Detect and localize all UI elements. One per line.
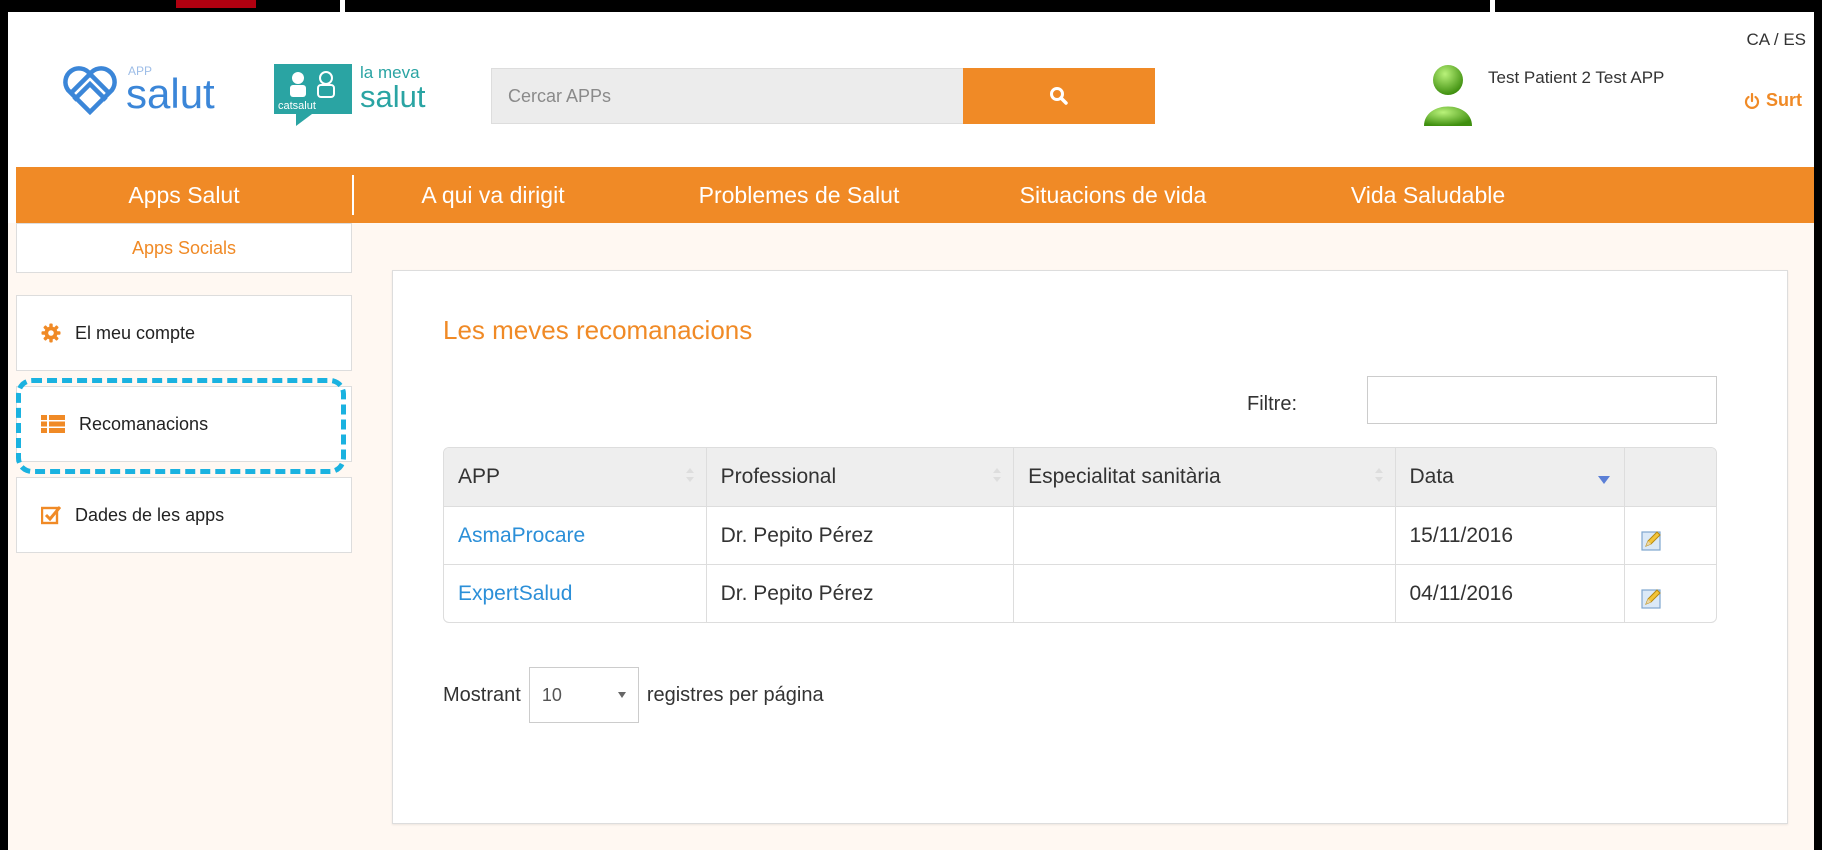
- catsalut-badge: catsalut: [274, 64, 356, 126]
- column-header-professional[interactable]: Professional: [705, 448, 1014, 506]
- user-name[interactable]: Test Patient 2 Test APP: [1488, 68, 1664, 88]
- main-nav: Apps Salut A qui va dirigit Problemes de…: [16, 167, 1814, 223]
- specialty-cell: [1013, 507, 1394, 564]
- column-header-app[interactable]: APP: [444, 448, 706, 506]
- filter-label: Filtre:: [1247, 393, 1297, 415]
- top-red-mark: [176, 0, 256, 8]
- checkbox-icon: [41, 506, 61, 525]
- recommendations-table: APP Professional Especialitat sanitària …: [443, 447, 1717, 623]
- app-salut-logo[interactable]: APP salut: [60, 62, 246, 118]
- language-switch[interactable]: CA / ES: [1746, 30, 1806, 50]
- length-prefix: Mostrant: [443, 683, 521, 706]
- highlight-outline: [16, 378, 346, 474]
- filter-input[interactable]: [1367, 376, 1717, 424]
- search-button[interactable]: [963, 68, 1155, 124]
- table-row: AsmaProcare Dr. Pepito Pérez 15/11/2016: [444, 506, 1716, 564]
- professional-cell: Dr. Pepito Pérez: [705, 507, 1014, 564]
- sort-icon: [993, 468, 1002, 482]
- nav-item-apps-salut[interactable]: Apps Salut: [16, 182, 352, 209]
- page-length-control: Mostrant 10 registres per página: [443, 667, 824, 723]
- logout-button[interactable]: Surt: [1744, 90, 1802, 111]
- la-meva-salut-logo[interactable]: catsalut la meva salut: [274, 64, 425, 126]
- edit-icon[interactable]: [1641, 587, 1663, 609]
- subnav-apps-socials[interactable]: Apps Socials: [16, 223, 352, 273]
- user-avatar[interactable]: [1420, 62, 1476, 133]
- app-link[interactable]: ExpertSalud: [458, 582, 572, 606]
- page-length-select[interactable]: 10: [528, 667, 639, 723]
- meva-line2: salut: [360, 79, 426, 114]
- sidebar-item-label: Dades de les apps: [75, 504, 225, 525]
- app-link[interactable]: AsmaProcare: [458, 524, 585, 548]
- nav-item-situacions-de-vida[interactable]: Situacions de vida: [966, 182, 1260, 209]
- table-header-row: APP Professional Especialitat sanitària …: [444, 448, 1716, 506]
- sort-icon: [1374, 468, 1383, 482]
- top-tick: [340, 0, 345, 12]
- page-length-value: 10: [541, 684, 562, 705]
- sidebar-item-dades-de-les-apps[interactable]: Dades de les apps: [16, 477, 352, 553]
- nav-item-problemes-de-salut[interactable]: Problemes de Salut: [632, 182, 966, 209]
- gear-icon: [41, 323, 61, 343]
- screenshot-frame: CA / ES APP salut catsalut la meva salut…: [8, 12, 1814, 850]
- column-header-data[interactable]: Data: [1394, 448, 1625, 506]
- catsalut-badge-text: catsalut: [278, 100, 316, 112]
- top-strip: [0, 0, 1822, 12]
- app-logo-name: salut: [126, 70, 215, 117]
- recommendations-panel: Les meves recomanacions Filtre: APP Prof…: [392, 270, 1788, 824]
- power-icon: [1744, 92, 1760, 109]
- people-icon: [274, 64, 352, 126]
- heart-logo-icon: [63, 66, 117, 116]
- user-icon: [1424, 65, 1472, 126]
- edit-icon[interactable]: [1641, 529, 1663, 551]
- page-title: Les meves recomanacions: [443, 315, 753, 345]
- sidebar-item-label: El meu compte: [75, 322, 196, 343]
- column-header-actions: [1624, 448, 1716, 506]
- logout-label: Surt: [1766, 90, 1802, 110]
- nav-item-a-qui-va-dirigit[interactable]: A qui va dirigit: [354, 182, 632, 209]
- top-tick: [1490, 0, 1495, 12]
- date-cell: 15/11/2016: [1394, 507, 1625, 564]
- date-cell: 04/11/2016: [1394, 565, 1625, 622]
- header: CA / ES APP salut catsalut la meva salut…: [8, 12, 1814, 167]
- column-header-especialitat[interactable]: Especialitat sanitària: [1013, 448, 1394, 506]
- table-row: ExpertSalud Dr. Pepito Pérez 04/11/2016: [444, 564, 1716, 622]
- sort-desc-icon: [1598, 476, 1611, 484]
- search-input[interactable]: Cercar APPs: [491, 68, 971, 124]
- professional-cell: Dr. Pepito Pérez: [705, 565, 1014, 622]
- specialty-cell: [1013, 565, 1394, 622]
- chevron-down-icon: [617, 692, 626, 698]
- sidebar-item-el-meu-compte[interactable]: El meu compte: [16, 295, 352, 371]
- search-icon: [1050, 87, 1068, 105]
- length-suffix: registres per página: [646, 683, 824, 706]
- sort-icon: [685, 468, 694, 482]
- nav-item-vida-saludable[interactable]: Vida Saludable: [1260, 182, 1596, 209]
